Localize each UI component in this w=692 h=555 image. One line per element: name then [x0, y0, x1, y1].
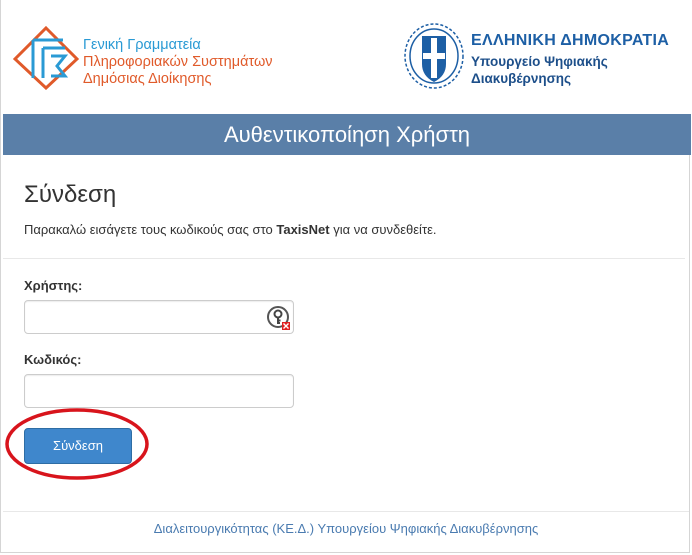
footer-link[interactable]: Διαλειτουργικότητας (ΚΕ.Δ.) Υπουργείου Ψ…: [1, 521, 691, 536]
desc-prefix: Παρακαλώ εισάγετε τους κωδικούς σας στο: [24, 222, 277, 237]
republic-name: ΕΛΛΗΝΙΚΗ ΔΗΜΟΚΡΑΤΙΑ Υπουργείο Ψηφιακής Δ…: [471, 31, 669, 87]
password-label: Κωδικός:: [24, 352, 82, 367]
login-description: Παρακαλώ εισάγετε τους κωδικούς σας στο …: [24, 222, 437, 237]
divider: [3, 258, 685, 259]
gsis-line2: Πληροφοριακών Συστημάτων: [83, 54, 273, 70]
header: Γενική Γραμματεία Πληροφοριακών Συστημάτ…: [1, 0, 691, 114]
password-input[interactable]: [24, 374, 294, 408]
login-button[interactable]: Σύνδεση: [24, 428, 132, 464]
username-label: Χρήστης:: [24, 278, 83, 293]
login-heading: Σύνδεση: [24, 181, 117, 208]
republic-line2: Υπουργείο Ψηφιακής: [471, 54, 608, 69]
page-frame: Γενική Γραμματεία Πληροφοριακών Συστημάτ…: [0, 0, 691, 553]
gsis-logo-icon: [13, 26, 79, 90]
page-title-bar: Αυθεντικοποίηση Χρήστη: [3, 114, 691, 155]
username-input[interactable]: [24, 300, 294, 334]
republic-line1: ΕΛΛΗΝΙΚΗ ΔΗΜΟΚΡΑΤΙΑ: [471, 32, 670, 49]
republic-line3: Διακυβέρνησης: [471, 71, 572, 86]
greek-emblem-icon: [404, 23, 464, 89]
gsis-line3: Δημόσιας Διοίκησης: [83, 71, 212, 87]
key-icon[interactable]: [266, 305, 292, 331]
desc-suffix: για να συνδεθείτε.: [329, 222, 437, 237]
gsis-name: Γενική Γραμματεία Πληροφοριακών Συστημάτ…: [83, 37, 273, 88]
gsis-line1: Γενική Γραμματεία: [83, 37, 201, 53]
desc-taxisnet: TaxisNet: [276, 222, 330, 237]
footer-divider: [3, 511, 689, 512]
